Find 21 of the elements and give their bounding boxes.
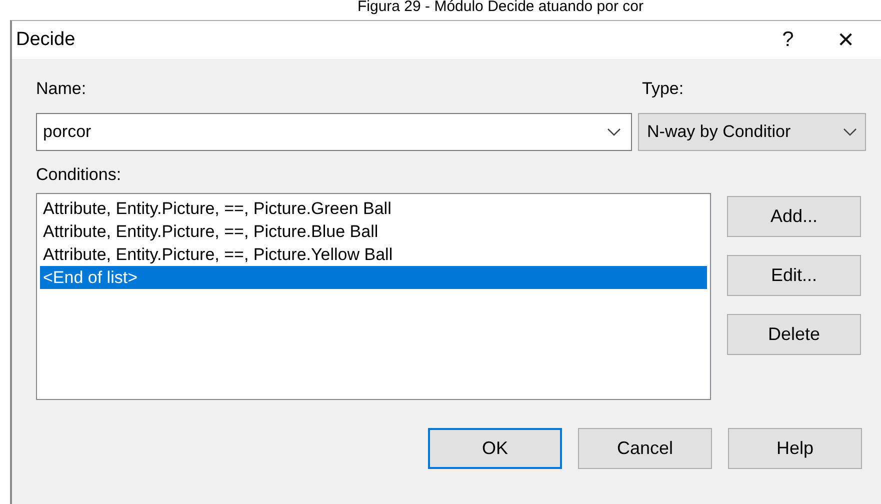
type-dropdown[interactable]: N-way by Conditior	[638, 113, 866, 151]
chevron-icon	[843, 128, 857, 136]
help-button[interactable]: ?	[765, 28, 811, 52]
name-combobox[interactable]: porcor	[36, 113, 632, 151]
list-item[interactable]: Attribute, Entity.Picture, ==, Picture.Green Ball	[40, 197, 707, 220]
list-item[interactable]: Attribute, Entity.Picture, ==, Picture.Blue Ball	[40, 220, 707, 243]
chevron-icon	[607, 128, 621, 136]
side-button[interactable]: Add...	[727, 196, 861, 237]
dialog-button[interactable]: OK	[428, 428, 562, 469]
dialog-button[interactable]: Cancel	[578, 428, 712, 469]
dialog-button[interactable]: Help	[728, 428, 862, 469]
type-label: Type:	[642, 79, 685, 99]
conditions-label: Conditions:	[36, 165, 122, 185]
window-title: Decide	[16, 29, 76, 51]
list-item[interactable]: Attribute, Entity.Picture, ==, Picture.Yellow Ball	[40, 243, 707, 266]
side-button[interactable]: Edit...	[727, 255, 861, 296]
figure-caption: Figura 29 - Módulo Decide atuando por cor	[358, 0, 644, 17]
list-item[interactable]: <End of list>	[40, 266, 707, 289]
name-label: Name:	[36, 79, 86, 99]
side-button[interactable]: Delete	[727, 314, 861, 355]
close-button[interactable]: ✕	[823, 28, 869, 52]
